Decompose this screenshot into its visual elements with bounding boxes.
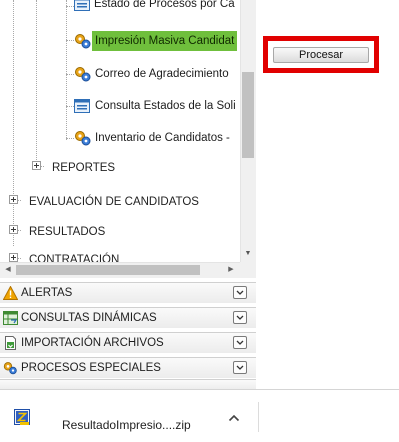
tree-connector <box>66 6 74 7</box>
gears-icon <box>74 64 92 84</box>
horizontal-scroll-thumb[interactable] <box>16 265 200 275</box>
tree-connector <box>66 0 67 140</box>
zip-file-icon <box>14 409 30 425</box>
accordion-label: PROCESOS ESPECIALES <box>21 362 161 374</box>
tree-item-inventario-candidatos[interactable]: Inventario de Candidatos - <box>74 128 240 148</box>
scroll-down-arrow-icon[interactable]: ▼ <box>241 248 255 260</box>
tree-item-label: Inventario de Candidatos - <box>95 132 230 144</box>
tree-folder-contratacion[interactable]: CONTRATACIÓN <box>29 250 119 262</box>
accordion-label: CONSULTAS DINÁMICAS <box>21 312 157 324</box>
grid-report-icon <box>74 96 92 116</box>
table-sheet-icon <box>3 311 18 325</box>
scrollbar-corner <box>240 262 256 278</box>
tree-item-correo-agradecimiento[interactable]: Correo de Agradecimiento <box>74 64 240 84</box>
expand-reportes-button[interactable] <box>32 161 41 170</box>
expand-chevron-icon[interactable] <box>233 361 247 374</box>
accordion-importacion-archivos[interactable]: IMPORTACIÓN ARCHIVOS <box>0 332 256 353</box>
tree-connector <box>66 74 74 75</box>
warning-icon <box>2 285 19 300</box>
accordion-consultas-dinamicas[interactable]: CONSULTAS DINÁMICAS <box>0 307 256 328</box>
navigation-tree: Estado de Procesos por Ca Impresión Masi… <box>0 0 240 262</box>
grid-report-icon <box>74 0 92 14</box>
tree-connector <box>36 0 37 166</box>
expand-resultados-button[interactable] <box>9 225 18 234</box>
gears-icon <box>3 361 18 375</box>
import-file-icon <box>3 336 18 350</box>
accordion-alertas[interactable]: ALERTAS <box>0 282 256 303</box>
gears-icon <box>74 31 92 51</box>
accordion-label: IMPORTACIÓN ARCHIVOS <box>21 337 164 349</box>
tree-connector <box>13 0 14 246</box>
tree-item-impresion-masiva[interactable]: Impresión Masiva Candidat <box>74 31 240 51</box>
tree-connector <box>66 106 74 107</box>
tree-item-estado-procesos[interactable]: Estado de Procesos por Ca <box>74 0 240 14</box>
tree-item-consulta-estados[interactable]: Consulta Estados de la Soli <box>74 96 240 116</box>
scroll-right-arrow-icon[interactable]: ▶ <box>224 262 238 278</box>
accordion-procesos-especiales[interactable]: PROCESOS ESPECIALES <box>0 357 256 378</box>
tree-item-label: Consulta Estados de la Soli <box>95 100 236 112</box>
expand-chevron-icon[interactable] <box>233 336 247 349</box>
gears-icon <box>74 128 92 148</box>
scroll-left-arrow-icon[interactable]: ◀ <box>1 262 15 278</box>
tree-item-label: Correo de Agradecimiento <box>95 68 229 80</box>
expand-evaluacion-button[interactable] <box>9 195 18 204</box>
tree-item-label: Impresión Masiva Candidat <box>92 31 238 51</box>
navigation-tree-panel: Estado de Procesos por Ca Impresión Masi… <box>0 0 256 278</box>
tree-folder-reportes[interactable]: REPORTES <box>52 158 115 178</box>
tree-connector <box>66 40 74 41</box>
download-file-name: ResultadoImpresio....zip <box>62 418 191 432</box>
tree-folder-evaluacion[interactable]: EVALUACIÓN DE CANDIDATOS <box>29 192 199 212</box>
procesar-button[interactable]: Procesar <box>273 47 369 63</box>
chevron-up-icon[interactable] <box>228 412 240 422</box>
tree-connector <box>66 138 74 139</box>
expand-chevron-icon[interactable] <box>233 311 247 324</box>
accordion-label: ALERTAS <box>21 287 73 299</box>
tree-folder-resultados[interactable]: RESULTADOS <box>29 222 105 242</box>
tree-item-label: Estado de Procesos por Ca <box>94 0 235 10</box>
download-shelf-separator <box>258 402 259 432</box>
expand-chevron-icon[interactable] <box>233 286 247 299</box>
vertical-scroll-thumb[interactable] <box>242 72 254 158</box>
expand-contratacion-button[interactable] <box>9 253 18 262</box>
